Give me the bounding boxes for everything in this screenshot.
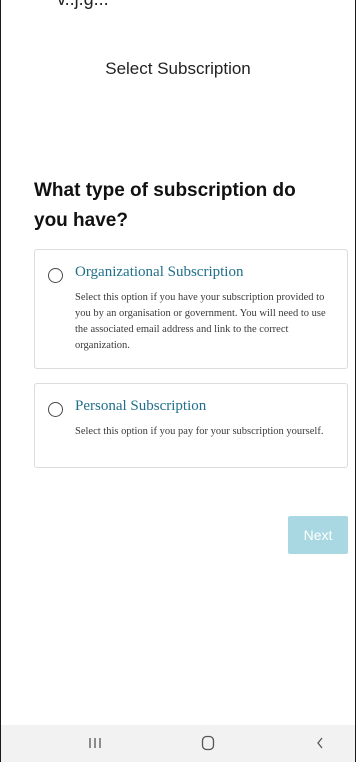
radio-personal[interactable] <box>48 402 63 417</box>
radio-organizational[interactable] <box>48 268 63 283</box>
back-icon[interactable] <box>308 733 332 753</box>
question-heading: What type of subscription do you have? <box>34 180 296 231</box>
option-description-personal: Select this option if you pay for your s… <box>75 426 324 437</box>
option-card-personal[interactable]: Personal Subscription Select this option… <box>34 383 348 468</box>
option-description-organizational: Select this option if you have your subs… <box>75 292 326 351</box>
app-screen: v..j.g... Select Subscription What type … <box>0 0 356 762</box>
page-title: Select Subscription <box>105 59 251 78</box>
home-icon[interactable] <box>196 733 220 753</box>
option-title-organizational: Organizational Subscription <box>75 264 244 280</box>
next-button[interactable]: Next <box>288 516 348 554</box>
option-card-organizational[interactable]: Organizational Subscription Select this … <box>34 249 348 369</box>
system-nav-bar <box>1 725 355 762</box>
clipped-header-text: v..j.g... <box>57 0 109 10</box>
option-title-personal: Personal Subscription <box>75 398 207 414</box>
recents-icon[interactable] <box>83 733 107 753</box>
